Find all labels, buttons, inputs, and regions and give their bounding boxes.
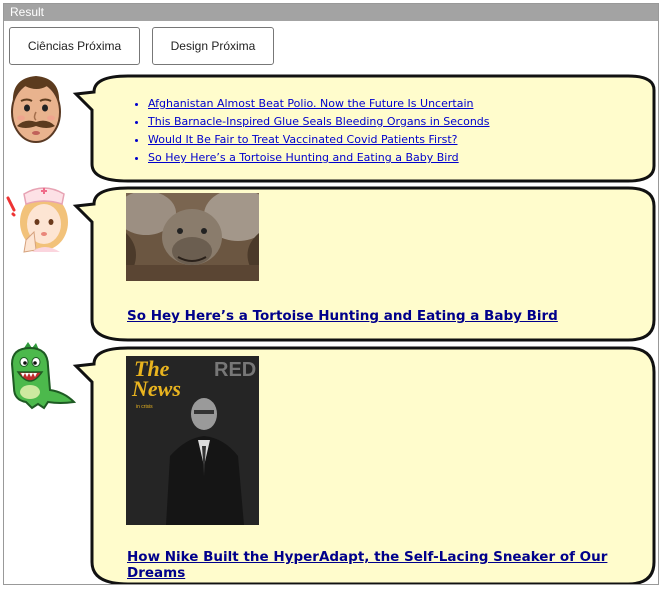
list-item: So Hey Here’s a Tortoise Hunting and Eat… bbox=[148, 149, 644, 167]
list-item: Would It Be Fair to Treat Vaccinated Cov… bbox=[148, 131, 644, 149]
panel-title: Result bbox=[4, 4, 658, 21]
speech-bubble-1: Afghanistan Almost Beat Polio. Now the F… bbox=[68, 70, 658, 186]
tortoise-article-link[interactable]: So Hey Here’s a Tortoise Hunting and Eat… bbox=[127, 308, 558, 324]
list-item: Afghanistan Almost Beat Polio. Now the F… bbox=[148, 95, 644, 113]
news-link-list: Afghanistan Almost Beat Polio. Now the F… bbox=[134, 95, 644, 167]
cover-subtitle: in crisis bbox=[136, 404, 153, 410]
speech-bubble-2: So Hey Here’s a Tortoise Hunting and Eat… bbox=[68, 182, 658, 344]
speech-bubble-3: RED The News in crisis How Nike Built th… bbox=[68, 342, 658, 584]
mustache-man-icon bbox=[5, 70, 67, 146]
list-item: This Barnacle-Inspired Glue Seals Bleedi… bbox=[148, 113, 644, 131]
nike-article-link[interactable]: How Nike Built the HyperAdapt, the Self-… bbox=[127, 549, 658, 581]
news-link[interactable]: Would It Be Fair to Treat Vaccinated Cov… bbox=[148, 133, 458, 146]
news-link[interactable]: Afghanistan Almost Beat Polio. Now the F… bbox=[148, 97, 473, 110]
news-link[interactable]: So Hey Here’s a Tortoise Hunting and Eat… bbox=[148, 151, 459, 164]
tortoise-thumbnail[interactable] bbox=[126, 193, 259, 281]
result-panel: Result Ciências Próxima Design Próxima •… bbox=[3, 3, 659, 585]
news-link[interactable]: This Barnacle-Inspired Glue Seals Bleedi… bbox=[148, 115, 490, 128]
design-proxima-button[interactable]: Design Próxima bbox=[152, 27, 274, 65]
cover-title-line2: News bbox=[131, 376, 181, 401]
magazine-cover-thumbnail[interactable]: RED The News in crisis bbox=[126, 356, 259, 525]
ciencias-proxima-button[interactable]: Ciências Próxima bbox=[9, 27, 140, 65]
cover-masthead: RED bbox=[214, 359, 256, 381]
nurse-alarmed-icon bbox=[4, 182, 74, 256]
green-dinosaur-icon bbox=[4, 342, 77, 412]
